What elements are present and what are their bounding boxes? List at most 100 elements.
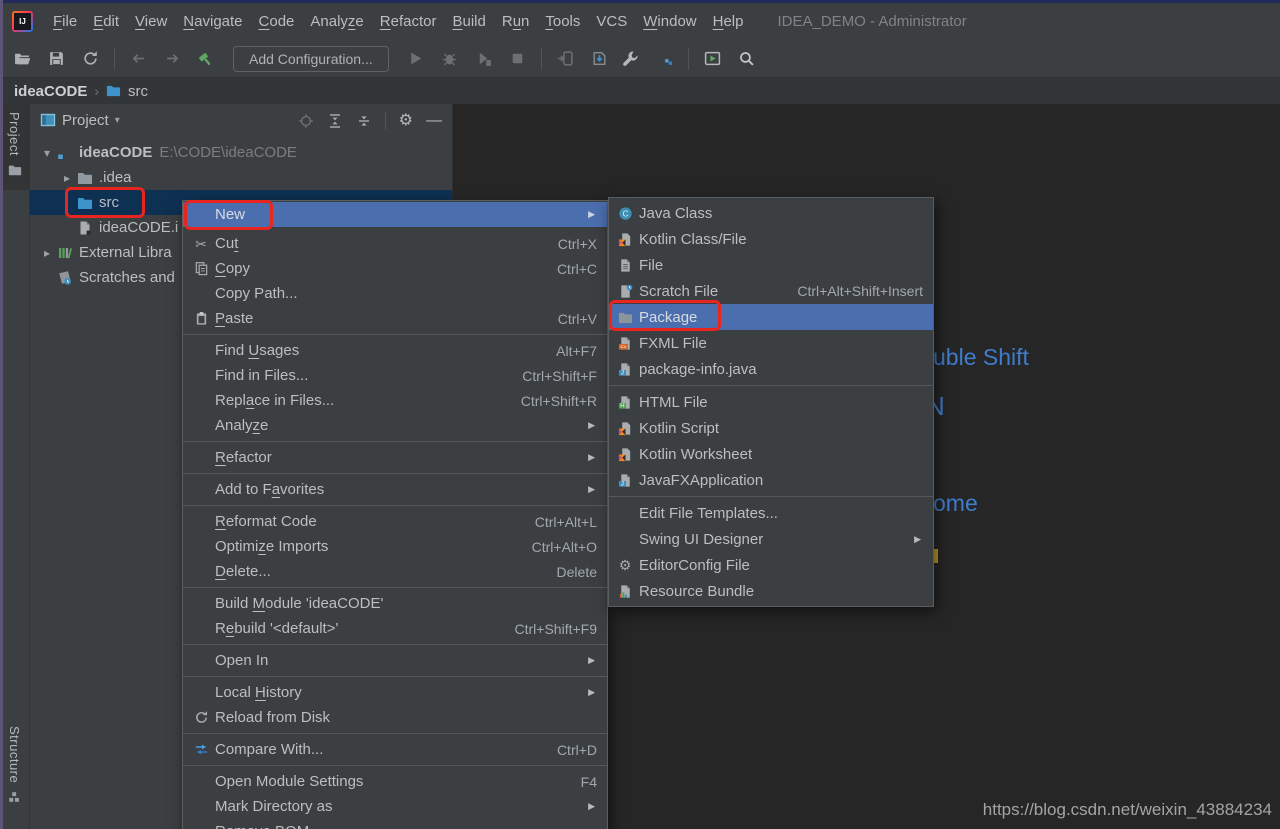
menubar-analyze[interactable]: Analyze <box>302 3 371 40</box>
menubar-build[interactable]: Build <box>444 3 493 40</box>
forward-icon[interactable] <box>158 46 187 71</box>
coverage-icon[interactable] <box>469 46 498 71</box>
submenu-item-kotlin-script[interactable]: Kotlin Script <box>609 415 933 441</box>
breadcrumb-root[interactable]: ideaCODE <box>14 83 87 100</box>
project-panel-title[interactable]: Project <box>62 112 109 129</box>
search-icon[interactable] <box>732 46 761 71</box>
run-anything-icon[interactable] <box>698 46 727 71</box>
submenu-item-resource-bundle[interactable]: Resource Bundle <box>609 578 933 604</box>
menubar-navigate[interactable]: Navigate <box>175 3 250 40</box>
stop-icon[interactable] <box>503 46 532 71</box>
fxml-file-icon: <> <box>615 336 635 351</box>
menubar-window[interactable]: Window <box>635 3 704 40</box>
label: Code <box>259 13 295 30</box>
scratches-icon <box>56 270 74 286</box>
submenu-item-edit-file-templates[interactable]: Edit File Templates... <box>609 500 933 526</box>
iml-file-icon <box>76 220 94 236</box>
context-menu-item-compare-with[interactable]: Compare With...Ctrl+D <box>183 737 607 762</box>
submenu-item-swing-ui-designer[interactable]: Swing UI Designer▶ <box>609 526 933 552</box>
menubar-tools[interactable]: Tools <box>537 3 588 40</box>
open-icon[interactable] <box>8 46 37 71</box>
submenu-item-html-file[interactable]: HHTML File <box>609 389 933 415</box>
menubar-run[interactable]: Run <box>494 3 538 40</box>
submenu-item-java-class[interactable]: CJava Class <box>609 200 933 226</box>
label: JavaFXApplication <box>639 472 763 489</box>
compare-icon <box>191 742 211 757</box>
menubar-view[interactable]: View <box>127 3 175 40</box>
submenu-item-kotlin-class-file[interactable]: Kotlin Class/File <box>609 226 933 252</box>
menubar-edit[interactable]: Edit <box>85 3 127 40</box>
hide-minus-icon[interactable]: — <box>426 112 442 130</box>
context-menu-item-mark-directory-as[interactable]: Mark Directory as▶ <box>183 794 607 819</box>
label: Edit <box>93 13 119 30</box>
context-menu-item-find-in-files[interactable]: Find in Files...Ctrl+Shift+F <box>183 363 607 388</box>
debug-icon[interactable] <box>435 46 464 71</box>
menu-shortcut: Ctrl+Shift+F9 <box>487 621 597 637</box>
menubar-code[interactable]: Code <box>251 3 303 40</box>
label: Kotlin Class/File <box>639 231 747 248</box>
breadcrumb-current[interactable]: src <box>128 83 148 100</box>
context-menu-item-copy[interactable]: CopyCtrl+C <box>183 256 607 281</box>
context-menu-item-cut[interactable]: ✂CutCtrl+X <box>183 231 607 256</box>
context-menu-item-rebuild-default[interactable]: Rebuild '<default>'Ctrl+Shift+F9 <box>183 616 607 641</box>
context-menu-item-new[interactable]: New▶ <box>183 202 607 227</box>
context-menu-item-local-history[interactable]: Local History▶ <box>183 680 607 705</box>
context-menu-item-delete[interactable]: Delete...Delete <box>183 559 607 584</box>
locate-icon[interactable] <box>298 113 314 129</box>
menubar-file[interactable]: File <box>45 3 85 40</box>
tree-item-idea[interactable]: ▸.idea <box>30 165 452 190</box>
submenu-item-javafxapplication[interactable]: JJavaFXApplication <box>609 467 933 493</box>
settings-gear-icon[interactable]: ⚙ <box>399 112 413 130</box>
run-icon[interactable] <box>401 46 430 71</box>
sync-icon[interactable] <box>76 46 105 71</box>
menubar-vcs[interactable]: VCS <box>588 3 635 40</box>
context-menu-item-copy-path[interactable]: Copy Path... <box>183 281 607 306</box>
chevron-collapsed-icon[interactable]: ▸ <box>38 246 56 260</box>
tree-item-ideacode[interactable]: ▾path fill="#95a0a8" d="M1 3.9c0-.5.4-.9… <box>30 140 452 165</box>
submenu-item-package-info-java[interactable]: Jpackage-info.java <box>609 356 933 382</box>
collapse-all-icon[interactable] <box>356 113 372 129</box>
context-menu-item-build-module-ideacode[interactable]: Build Module 'ideaCODE' <box>183 591 607 616</box>
chevron-expanded-icon[interactable]: ▾ <box>38 146 56 160</box>
back-icon[interactable] <box>124 46 153 71</box>
menubar-refactor[interactable]: Refactor <box>372 3 445 40</box>
editorconfig-icon: ⚙ <box>615 557 635 573</box>
context-menu-item-paste[interactable]: PasteCtrl+V <box>183 306 607 331</box>
kotlin-icon <box>615 421 635 436</box>
submenu-item-fxml-file[interactable]: <>FXML File <box>609 330 933 356</box>
submenu-item-kotlin-worksheet[interactable]: Kotlin Worksheet <box>609 441 933 467</box>
context-menu-item-remove-bom[interactable]: Remove BOM <box>183 819 607 829</box>
chevron-down-icon[interactable]: ▾ <box>115 115 120 126</box>
context-menu-item-open-in[interactable]: Open In▶ <box>183 648 607 673</box>
download-jdk-icon[interactable] <box>585 46 614 71</box>
menu-shortcut: Ctrl+D <box>529 742 597 758</box>
attach-debugger-icon[interactable] <box>551 46 580 71</box>
context-menu-item-reformat-code[interactable]: Reformat CodeCtrl+Alt+L <box>183 509 607 534</box>
tool-window-tab-project[interactable]: Project <box>0 104 29 190</box>
expand-all-icon[interactable] <box>327 113 343 129</box>
submenu-item-editorconfig-file[interactable]: ⚙EditorConfig File <box>609 552 933 578</box>
save-icon[interactable] <box>42 46 71 71</box>
context-menu-item-optimize-imports[interactable]: Optimize ImportsCtrl+Alt+O <box>183 534 607 559</box>
context-menu-item-open-module-settings[interactable]: Open Module SettingsF4 <box>183 769 607 794</box>
build-hammer-icon[interactable] <box>192 46 221 71</box>
project-panel-header: Project ▾ ⚙ — <box>30 104 452 137</box>
context-menu-item-replace-in-files[interactable]: Replace in Files...Ctrl+Shift+R <box>183 388 607 413</box>
submenu-item-file[interactable]: File <box>609 252 933 278</box>
context-menu-item-find-usages[interactable]: Find UsagesAlt+F7 <box>183 338 607 363</box>
chevron-collapsed-icon[interactable]: ▸ <box>58 171 76 185</box>
menubar-help[interactable]: Help <box>705 3 752 40</box>
context-menu-item-add-to-favorites[interactable]: Add to Favorites▶ <box>183 477 607 502</box>
wrench-icon[interactable] <box>616 46 645 71</box>
context-menu-item-reload-from-disk[interactable]: Reload from Disk <box>183 705 607 730</box>
add-configuration-button[interactable]: Add Configuration... <box>233 46 389 72</box>
submenu-item-scratch-file[interactable]: Scratch FileCtrl+Alt+Shift+Insert <box>609 278 933 304</box>
context-menu-item-refactor[interactable]: Refactor▶ <box>183 445 607 470</box>
submenu-item-package[interactable]: Package <box>609 304 933 330</box>
label: Kotlin Script <box>639 420 719 437</box>
modules-icon[interactable]: path fill="#9aa0a5" d="M1 3.9c0-.5.4-.9.… <box>650 46 679 71</box>
label: Analyze <box>215 417 268 434</box>
tool-window-tab-structure[interactable]: Structure <box>0 718 29 817</box>
menu-shortcut: Alt+F7 <box>528 343 597 359</box>
context-menu-item-analyze[interactable]: Analyze▶ <box>183 413 607 438</box>
